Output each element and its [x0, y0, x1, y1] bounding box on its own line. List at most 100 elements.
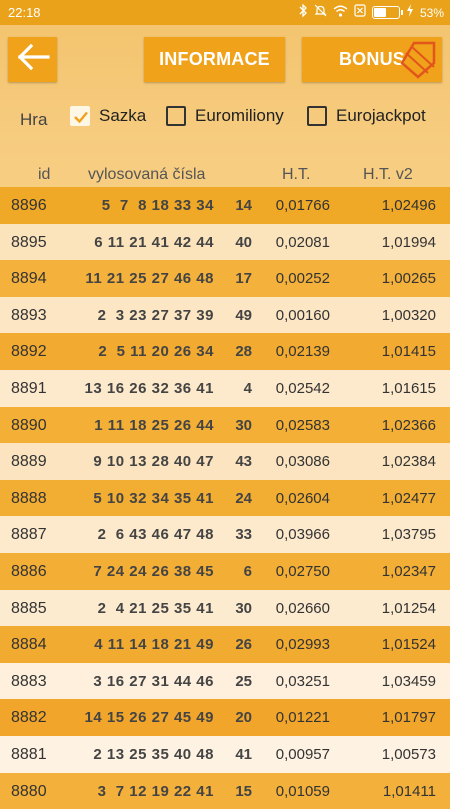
ht-value: 0,02542: [268, 380, 330, 397]
header-ht: H.T.: [282, 166, 310, 184]
table-row[interactable]: 88899 10 13 28 40 47430,030861,02384: [0, 443, 450, 480]
back-button[interactable]: [8, 37, 57, 82]
header-id: id: [38, 166, 50, 184]
ht-value: 0,02139: [268, 343, 330, 360]
ht-value: 0,01221: [268, 709, 330, 726]
drawn-numbers: 5 10 32 34 35 41: [64, 490, 214, 507]
extra-number: 33: [222, 526, 252, 543]
drawn-numbers: 3 16 27 31 44 46: [64, 673, 214, 690]
table-row[interactable]: 88956 11 21 41 42 44400,020811,01994: [0, 224, 450, 261]
table-row[interactable]: 889411 21 25 27 46 48170,002521,00265: [0, 260, 450, 297]
ht2-value: 1,01524: [354, 636, 436, 653]
status-bar: 22:18 53%: [0, 0, 450, 25]
ht2-value: 1,01254: [354, 600, 436, 617]
table-row[interactable]: 88844 11 14 18 21 49260,029931,01524: [0, 626, 450, 663]
ht2-value: 1,02347: [354, 563, 436, 580]
ht2-value: 1,00320: [354, 307, 436, 324]
sim-icon: [354, 4, 366, 21]
drawn-numbers: 9 10 13 28 40 47: [64, 453, 214, 470]
drawn-numbers: 2 5 11 20 26 34: [64, 343, 214, 360]
option-euromiliony[interactable]: Euromiliony: [166, 106, 284, 126]
table-row[interactable]: 88803 7 12 19 22 41150,010591,01411: [0, 773, 450, 809]
draw-id: 8889: [11, 453, 47, 471]
extra-number: 17: [222, 270, 252, 287]
table-row[interactable]: 88867 24 24 26 38 4560,027501,02347: [0, 553, 450, 590]
ht2-value: 1,00573: [354, 746, 436, 763]
draw-id: 8886: [11, 563, 47, 581]
drawn-numbers: 13 16 26 32 36 41: [64, 380, 214, 397]
euromiliony-checkbox[interactable]: [166, 106, 186, 126]
header-numbers: vylosovaná čísla: [88, 166, 205, 184]
info-button[interactable]: INFORMACE: [144, 37, 285, 82]
drawn-numbers: 2 13 25 35 40 48: [64, 746, 214, 763]
bonus-button[interactable]: BONUS: [302, 37, 442, 82]
drawn-numbers: 6 11 21 41 42 44: [64, 234, 214, 251]
draw-id: 8893: [11, 307, 47, 325]
arrow-left-icon: [16, 43, 50, 76]
draw-id: 8891: [11, 380, 47, 398]
drawn-numbers: 2 4 21 25 35 41: [64, 600, 214, 617]
ht-value: 0,01766: [268, 197, 330, 214]
table-row[interactable]: 88872 6 43 46 47 48330,039661,03795: [0, 516, 450, 553]
table-header: id vylosovaná čísla H.T. H.T. v2: [0, 162, 450, 190]
option-eurojackpot[interactable]: Eurojackpot: [307, 106, 426, 126]
ht-value: 0,02583: [268, 417, 330, 434]
bonus-label: BONUS: [339, 49, 405, 70]
extra-number: 24: [222, 490, 252, 507]
table-row[interactable]: 88922 5 11 20 26 34280,021391,01415: [0, 333, 450, 370]
extra-number: 26: [222, 636, 252, 653]
eurojackpot-checkbox[interactable]: [307, 106, 327, 126]
sazka-checkbox[interactable]: [70, 106, 90, 126]
table-row[interactable]: 88885 10 32 34 35 41240,026041,02477: [0, 480, 450, 517]
extra-number: 49: [222, 307, 252, 324]
drawn-numbers: 2 6 43 46 47 48: [64, 526, 214, 543]
table-row[interactable]: 88812 13 25 35 40 48410,009571,00573: [0, 736, 450, 773]
euromiliony-label: Euromiliony: [195, 106, 284, 126]
ht-value: 0,02993: [268, 636, 330, 653]
ht-value: 0,02660: [268, 600, 330, 617]
extra-number: 43: [222, 453, 252, 470]
header-ht2: H.T. v2: [363, 166, 413, 184]
drawn-numbers: 11 21 25 27 46 48: [64, 270, 214, 287]
table-row[interactable]: 88901 11 18 25 26 44300,025831,02366: [0, 407, 450, 444]
ht2-value: 1,02496: [354, 197, 436, 214]
table-row[interactable]: 88833 16 27 31 44 46250,032511,03459: [0, 663, 450, 700]
ht-value: 0,03251: [268, 673, 330, 690]
bluetooth-icon: [298, 4, 308, 21]
ht2-value: 1,01415: [354, 343, 436, 360]
draw-id: 8896: [11, 197, 47, 215]
drawn-numbers: 2 3 23 27 37 39: [64, 307, 214, 324]
battery-icon: [372, 6, 400, 19]
status-time: 22:18: [8, 5, 41, 20]
ht2-value: 1,00265: [354, 270, 436, 287]
mute-icon: [314, 4, 327, 21]
table-row[interactable]: 888214 15 26 27 45 49200,012211,01797: [0, 699, 450, 736]
ht2-value: 1,02366: [354, 417, 436, 434]
draw-list: 88965 7 8 18 33 34140,017661,0249688956 …: [0, 187, 450, 809]
wifi-icon: [333, 5, 348, 21]
battery-percent: 53%: [420, 6, 444, 20]
draw-id: 8895: [11, 234, 47, 252]
draw-id: 8880: [11, 783, 47, 801]
table-row[interactable]: 88852 4 21 25 35 41300,026601,01254: [0, 590, 450, 627]
ht-value: 0,03966: [268, 526, 330, 543]
ht-value: 0,00957: [268, 746, 330, 763]
drawn-numbers: 3 7 12 19 22 41: [64, 783, 214, 800]
ht-value: 0,02081: [268, 234, 330, 251]
extra-number: 25: [222, 673, 252, 690]
table-row[interactable]: 88932 3 23 27 37 39490,001601,00320: [0, 297, 450, 334]
drawn-numbers: 1 11 18 25 26 44: [64, 417, 214, 434]
charging-icon: [406, 4, 414, 21]
draw-id: 8888: [11, 490, 47, 508]
extra-number: 20: [222, 709, 252, 726]
extra-number: 28: [222, 343, 252, 360]
table-row[interactable]: 88965 7 8 18 33 34140,017661,02496: [0, 187, 450, 224]
game-filter-label: Hra: [20, 110, 47, 130]
table-row[interactable]: 889113 16 26 32 36 4140,025421,01615: [0, 370, 450, 407]
drawn-numbers: 14 15 26 27 45 49: [64, 709, 214, 726]
status-icons: 53%: [298, 4, 444, 21]
extra-number: 4: [222, 380, 252, 397]
extra-number: 14: [222, 197, 252, 214]
draw-id: 8882: [11, 709, 47, 727]
option-sazka[interactable]: Sazka: [70, 106, 146, 126]
